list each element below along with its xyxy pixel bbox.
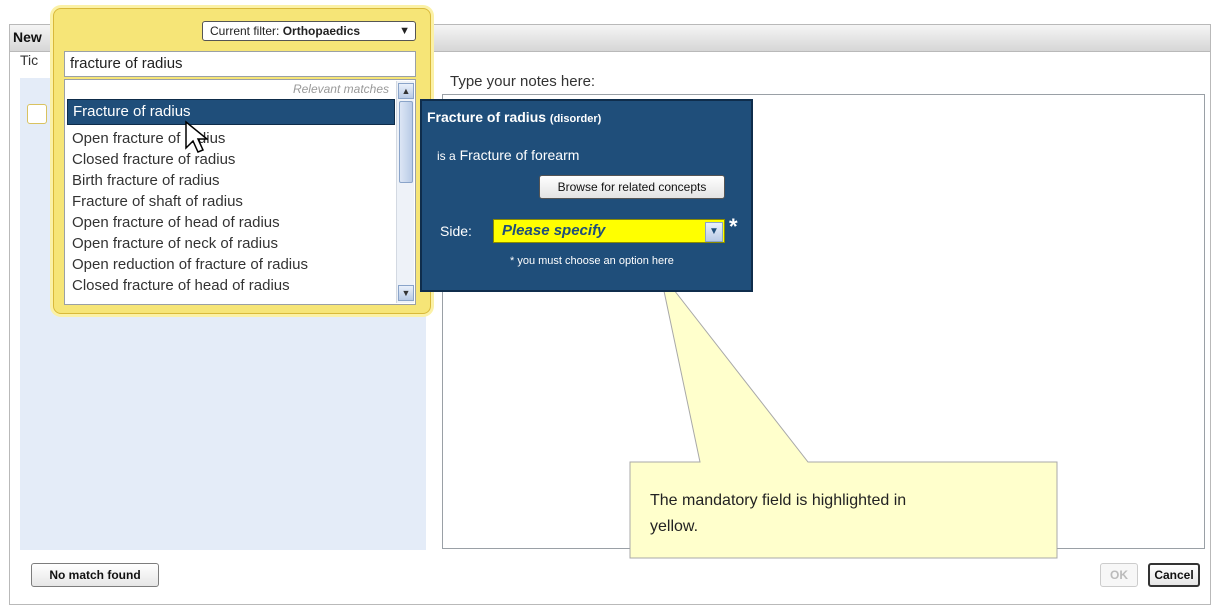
result-item[interactable]: Closed fracture of head of radius [67,275,395,296]
filter-dropdown[interactable]: Current filter: Orthopaedics ▼ [202,21,416,41]
concept-title: Fracture of radius (disorder) [427,109,601,125]
result-item[interactable]: Birth fracture of radius [67,170,395,191]
must-choose-note: * you must choose an option here [510,255,674,267]
mouse-cursor-icon [185,120,208,153]
result-items: Fracture of radius Open fracture of radi… [67,99,395,296]
dropdown-arrow-icon: ▼ [399,25,410,37]
result-item[interactable]: Open fracture of head of radius [67,212,395,233]
browse-related-button[interactable]: Browse for related concepts [539,175,725,199]
side-label: Side: [440,223,472,239]
relevant-matches-label: Relevant matches [292,82,389,96]
required-asterisk: * [729,214,738,239]
scroll-up-icon[interactable]: ▲ [398,83,414,99]
scroll-down-icon[interactable]: ▼ [398,285,414,301]
callout-line-2: yellow. [650,518,699,535]
result-item[interactable]: Open fracture of neck of radius [67,233,395,254]
scroll-thumb[interactable] [399,101,413,183]
concept-isa: is a Fracture of forearm [437,147,579,163]
side-select-value: Please specify [502,222,606,239]
result-item[interactable]: Fracture of shaft of radius [67,191,395,212]
search-popup: Current filter: Orthopaedics ▼ fracture … [53,8,431,314]
filter-value: Orthopaedics [282,24,361,38]
concept-name: Fracture of radius [427,109,547,125]
concept-panel: Fracture of radius (disorder) is a Fract… [420,99,753,292]
chevron-down-icon[interactable]: ▼ [705,222,723,242]
callout-text: The mandatory field is highlighted in ye… [650,488,1010,540]
callout-line-1: The mandatory field is highlighted in [650,492,907,509]
concept-type: (disorder) [549,113,602,125]
isa-value: Fracture of forearm [459,147,580,163]
isa-prefix: is a [437,149,456,163]
result-item[interactable]: Closed fracture of radius [67,149,395,170]
result-item[interactable]: Open reduction of fracture of radius [67,254,395,275]
results-scrollbar[interactable]: ▲ ▼ [396,81,414,303]
side-select[interactable]: Please specify ▼ [493,219,725,243]
search-input[interactable]: fracture of radius [64,51,416,77]
results-list[interactable]: Relevant matches Fracture of radius Open… [64,79,416,305]
result-item[interactable]: Open fracture of radius [67,128,395,149]
filter-prefix: Current filter: [210,24,280,38]
result-item-selected[interactable]: Fracture of radius [67,99,395,125]
